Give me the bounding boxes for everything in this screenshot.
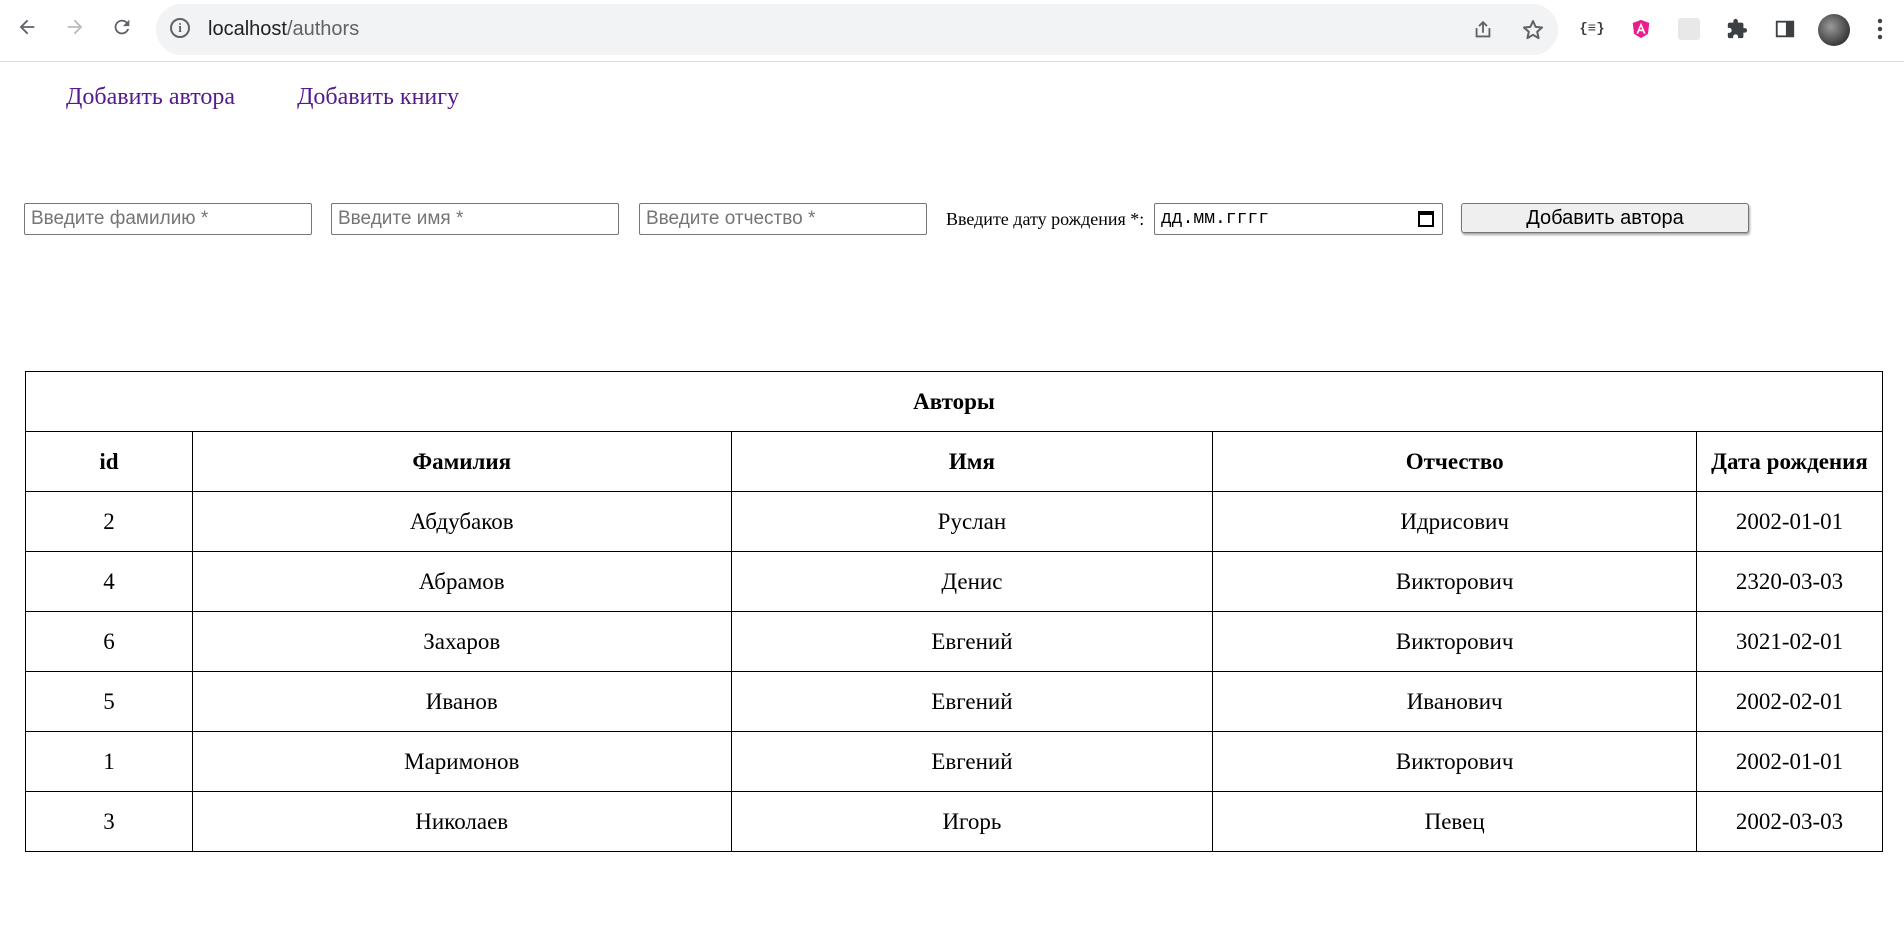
table-row: 6 Захаров Евгений Викторович 3021-02-01 [25,611,1883,672]
cell-birth-date: 3021-02-01 [1696,611,1883,672]
add-author-button[interactable]: Добавить автора [1461,203,1749,233]
cell-last-name: Абдубаков [191,491,732,552]
browser-toolbar: i localhost/authors {≡} [0,0,1904,62]
table-row: 5 Иванов Евгений Иванович 2002-02-01 [25,671,1883,732]
cell-birth-date: 2002-02-01 [1696,671,1883,732]
top-nav: Добавить автора Добавить книгу [66,84,515,111]
kebab-menu-icon[interactable] [1866,15,1894,43]
cell-first-name: Денис [730,551,1214,612]
cell-birth-date: 2002-03-03 [1696,791,1883,852]
cell-birth-date: 2320-03-03 [1696,551,1883,612]
cell-last-name: Маримонов [191,731,732,792]
cell-last-name: Абрамов [191,551,732,612]
cell-patronymic: Викторович [1212,611,1698,672]
cell-first-name: Руслан [730,491,1214,552]
reload-icon[interactable] [107,12,137,42]
url-host: localhost [208,18,287,40]
last-name-input[interactable] [24,203,312,235]
cell-last-name: Захаров [191,611,732,672]
add-author-link[interactable]: Добавить автора [66,84,235,110]
address-bar[interactable]: i localhost/authors [156,4,1558,55]
table-row: 4 Абрамов Денис Викторович 2320-03-03 [25,551,1883,612]
star-icon[interactable] [1519,16,1547,44]
patronymic-input[interactable] [639,203,927,235]
cell-first-name: Евгений [730,671,1214,732]
arrow-right-icon[interactable] [60,12,90,42]
authors-table: Авторы id Фамилия Имя Отчество Дата рожд… [25,371,1883,852]
url-text: localhost/authors [208,18,359,41]
cell-last-name: Николаев [191,791,732,852]
birth-date-placeholder: дд.мм.гггг [1161,209,1270,229]
table-caption: Авторы [25,371,1883,432]
cell-id: 6 [25,611,193,672]
table-header-row: id Фамилия Имя Отчество Дата рождения [25,431,1883,492]
cell-id: 2 [25,491,193,552]
info-icon[interactable]: i [170,18,190,38]
cell-first-name: Евгений [730,731,1214,792]
header-last-name: Фамилия [191,431,732,492]
angular-extension-icon[interactable] [1627,15,1655,43]
side-panel-icon[interactable] [1771,15,1799,43]
profile-avatar[interactable] [1818,14,1850,46]
cell-patronymic: Иванович [1212,671,1698,732]
cell-id: 4 [25,551,193,612]
header-patronymic: Отчество [1212,431,1698,492]
add-author-form: Введите дату рождения *: дд.мм.гггг Доба… [24,203,1884,235]
first-name-input[interactable] [331,203,619,235]
header-first-name: Имя [730,431,1214,492]
cell-birth-date: 2002-01-01 [1696,731,1883,792]
cell-patronymic: Викторович [1212,551,1698,612]
cell-id: 1 [25,731,193,792]
table-row: 3 Николаев Игорь Певец 2002-03-03 [25,791,1883,852]
json-extension-icon[interactable]: {≡} [1578,15,1606,43]
cell-birth-date: 2002-01-01 [1696,491,1883,552]
birth-date-label: Введите дату рождения *: [946,209,1145,229]
add-book-link[interactable]: Добавить книгу [297,84,459,110]
arrow-left-icon[interactable] [12,12,42,42]
puzzle-icon[interactable] [1723,15,1751,43]
cell-first-name: Евгений [730,611,1214,672]
cell-first-name: Игорь [730,791,1214,852]
cell-id: 5 [25,671,193,732]
cell-patronymic: Викторович [1212,731,1698,792]
cell-id: 3 [25,791,193,852]
cell-patronymic: Певец [1212,791,1698,852]
calendar-icon[interactable] [1418,211,1434,227]
cell-last-name: Иванов [191,671,732,732]
table-row: 2 Абдубаков Руслан Идрисович 2002-01-01 [25,491,1883,552]
share-icon[interactable] [1469,16,1497,44]
table-row: 1 Маримонов Евгений Викторович 2002-01-0… [25,731,1883,792]
extension-grid-icon[interactable] [1675,15,1703,43]
header-id: id [25,431,193,492]
header-birth-date: Дата рождения [1696,431,1883,492]
cell-patronymic: Идрисович [1212,491,1698,552]
birth-date-input[interactable]: дд.мм.гггг [1154,203,1443,235]
url-path: /authors [286,18,360,40]
